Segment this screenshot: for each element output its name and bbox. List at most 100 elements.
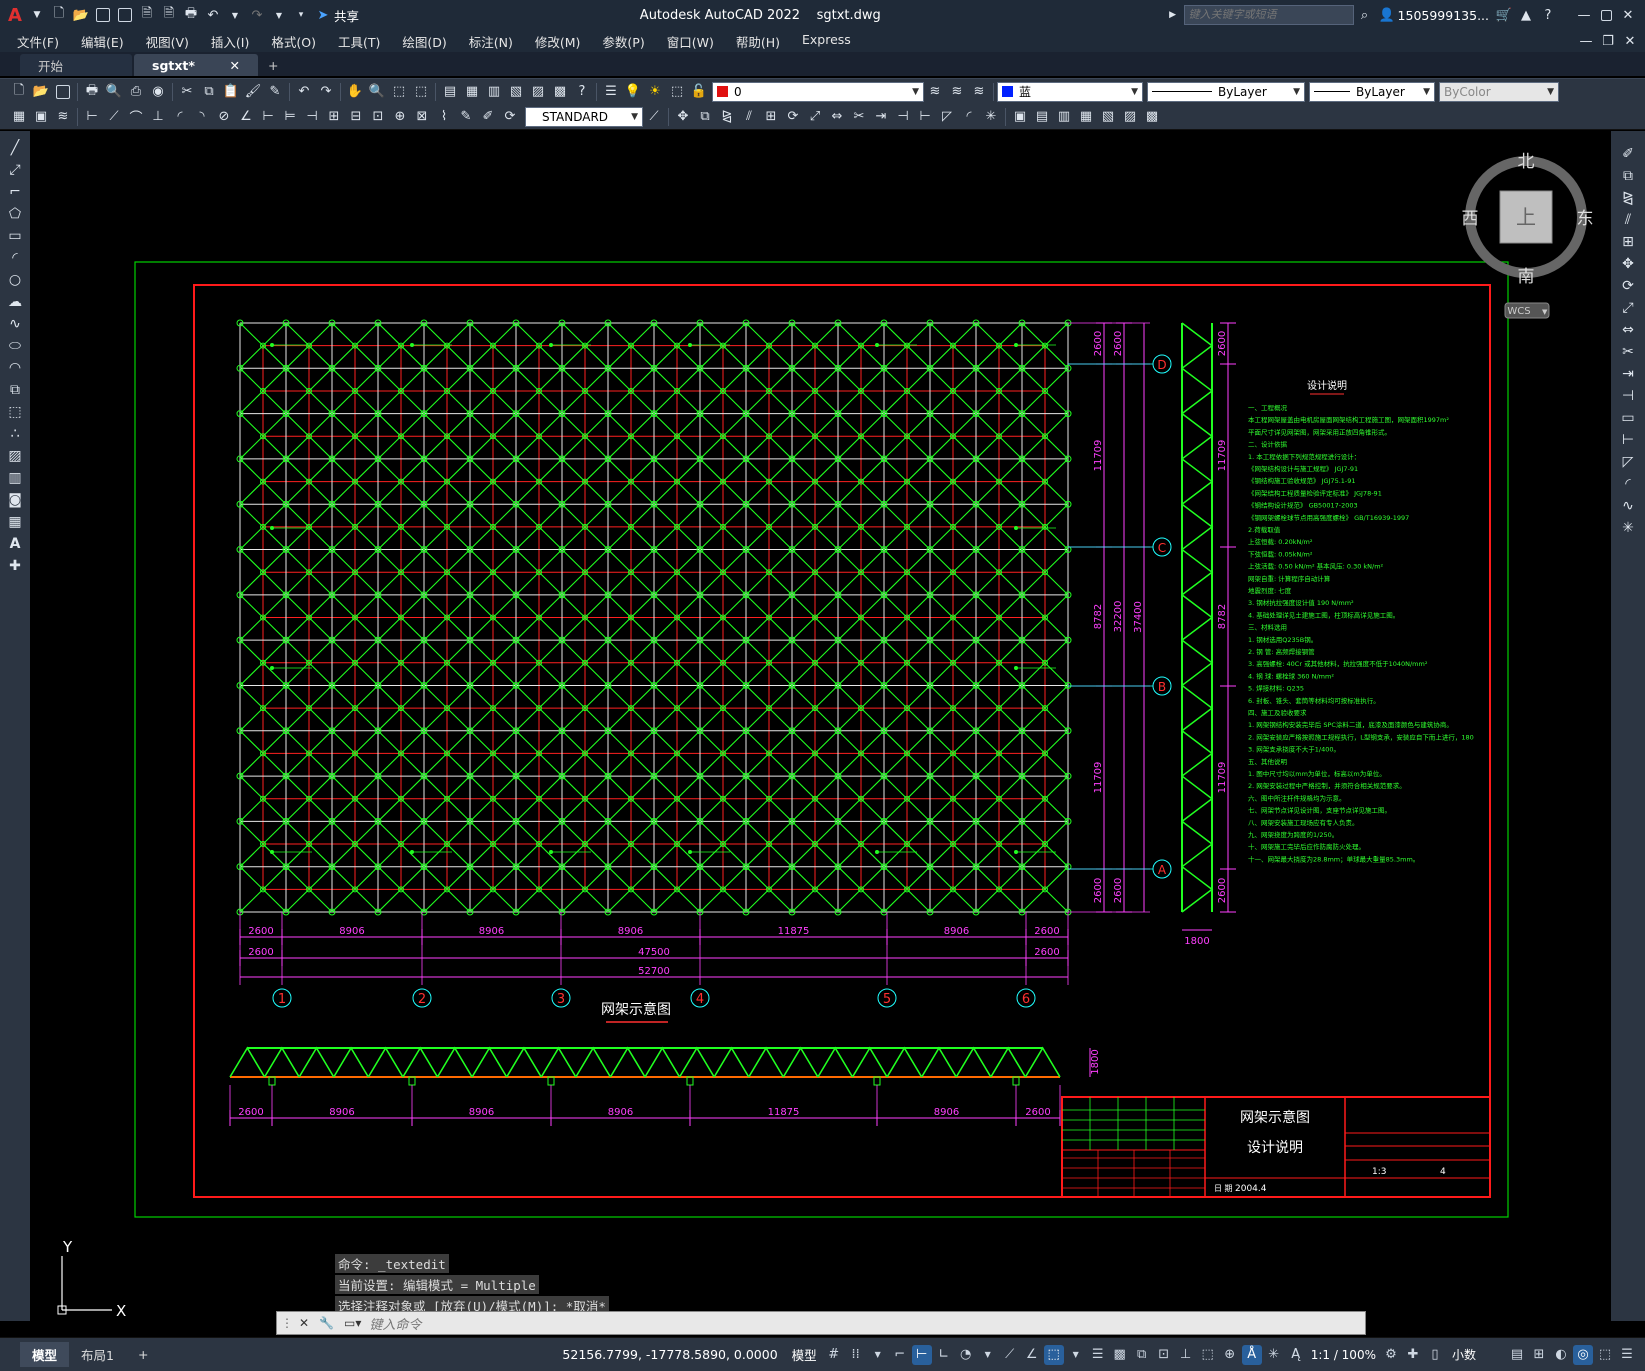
ellipse-icon[interactable]: ⬭ [6, 337, 24, 355]
extend-r-icon[interactable]: ⇥ [1619, 365, 1637, 383]
copy-obj-icon[interactable]: ⧉ [696, 108, 714, 126]
blend-icon[interactable]: ∿ [1619, 497, 1637, 515]
layer-properties-icon[interactable]: ☰ [602, 83, 620, 101]
linetype-combo[interactable]: ByLayer ▼ [1147, 81, 1305, 102]
array-r-icon[interactable]: ⊞ [1619, 233, 1637, 251]
osnap-icon[interactable]: ⬚ [1043, 1344, 1064, 1365]
menu-item-4[interactable]: 格式(O) [260, 32, 327, 51]
publish-web-icon[interactable]: ◉ [149, 83, 167, 101]
grid-icon[interactable]: # [824, 1345, 844, 1365]
color-combo[interactable]: 蓝 ▼ [997, 81, 1143, 102]
gizmo-icon[interactable]: ⊕ [1220, 1345, 1240, 1365]
snap-icon[interactable]: ⁞⁞ [846, 1345, 866, 1365]
compass-south[interactable]: 南 [1518, 267, 1535, 287]
dim-ordinate-icon[interactable]: ⊥ [149, 108, 167, 126]
text-front-icon[interactable]: ▤ [1033, 108, 1051, 126]
add-selected-icon[interactable]: ✚ [6, 557, 24, 575]
clean-screen-icon[interactable]: ⬚ [1595, 1345, 1615, 1365]
cmdline-grip-icon[interactable]: ⋮ [281, 1316, 293, 1330]
share-button[interactable]: 共享 [334, 6, 359, 25]
search-expand-icon[interactable]: ▶ [1164, 6, 1182, 24]
osnap-dropdown-icon[interactable]: ▼ [1066, 1345, 1086, 1365]
toolpalettes-icon[interactable]: ▥ [485, 83, 503, 101]
help-tb-icon[interactable]: ? [573, 83, 591, 101]
undo-tb-icon[interactable]: ↶ [295, 83, 313, 101]
save-tb-icon[interactable] [54, 83, 72, 101]
help-icon[interactable]: ? [1539, 6, 1557, 24]
trim-icon[interactable]: ✂ [850, 108, 868, 126]
scale-icon[interactable]: ⤢ [806, 108, 824, 126]
named-views-icon[interactable]: ▦ [10, 108, 28, 126]
menu-item-10[interactable]: 窗口(W) [656, 32, 725, 51]
open-file-icon[interactable]: 📂 [72, 6, 90, 24]
dim-angular-icon[interactable]: ∠ [237, 108, 255, 126]
hatch-icon[interactable]: ▨ [6, 447, 24, 465]
redo-tb-icon[interactable]: ↷ [317, 83, 335, 101]
layer-previous-icon[interactable]: ≋ [948, 83, 966, 101]
dimstyle-combo[interactable]: STANDARD ▼ [525, 106, 643, 127]
join-r-icon[interactable]: ⊢ [1619, 431, 1637, 449]
close-window-icon[interactable]: ✕ [1619, 6, 1637, 24]
annotation-scale-icon[interactable]: Ą [1286, 1345, 1306, 1365]
open-icon[interactable]: 📂 [32, 83, 50, 101]
matchprop-icon[interactable]: 🖌 [244, 83, 262, 101]
units-value[interactable]: 小数 [1452, 1346, 1476, 1363]
annotation-monitor-icon[interactable]: ✚ [1403, 1345, 1423, 1365]
autocad-logo-icon[interactable]: A [6, 5, 24, 26]
dim-jogged-icon[interactable]: ◝ [193, 108, 211, 126]
isolate-objects-icon[interactable]: ◐ [1551, 1345, 1571, 1365]
dim-arc-icon[interactable]: ⌒ [127, 108, 145, 126]
make-current-icon[interactable]: ≋ [926, 83, 944, 101]
menu-item-5[interactable]: 工具(T) [327, 32, 391, 51]
app-menu-chevron-icon[interactable]: ▼ [28, 6, 46, 24]
customize-status-icon[interactable]: ☰ [1617, 1345, 1637, 1365]
blockedit-icon[interactable]: ✎ [266, 83, 284, 101]
cmdline-customize-icon[interactable]: 🔧 [319, 1316, 334, 1330]
units-icon[interactable]: ▯ [1425, 1345, 1445, 1365]
line-icon[interactable]: ╱ [6, 139, 24, 157]
menu-item-0[interactable]: 文件(F) [6, 32, 70, 51]
layer-combo[interactable]: 0 ▼ [712, 81, 924, 102]
new-file-icon[interactable]: 🗋 [50, 6, 68, 24]
tab-start[interactable]: 开始 [20, 54, 132, 76]
doc-restore-icon[interactable]: ❐ [1599, 32, 1617, 50]
polar-dropdown-icon[interactable]: ▼ [978, 1345, 998, 1365]
break-icon[interactable]: ⊣ [894, 108, 912, 126]
drawing-svg[interactable]: 2600 8906 8906 8906 11875 8906 26002600 47500 26… [30, 131, 1611, 1321]
menu-item-2[interactable]: 视图(V) [135, 32, 200, 51]
redo-icon[interactable]: ↷ [248, 6, 266, 24]
trim-r-icon[interactable]: ✂ [1619, 343, 1637, 361]
menu-item-6[interactable]: 绘图(D) [391, 32, 457, 51]
dim-update-icon[interactable]: ⟳ [501, 108, 519, 126]
tab-layout1[interactable]: 布局1 [69, 1342, 126, 1367]
doc-minimize-icon[interactable]: — [1577, 32, 1595, 50]
hatch-back-icon[interactable]: ▧ [1099, 108, 1117, 126]
transparency-icon[interactable]: ▩ [1110, 1345, 1130, 1365]
zoom-previous-icon[interactable]: ⬚ [412, 83, 430, 101]
array-icon[interactable]: ⊞ [762, 108, 780, 126]
lock-ui-icon[interactable]: ⊞ [1529, 1345, 1549, 1365]
region-icon[interactable]: ◙ [6, 491, 24, 509]
ortho-icon[interactable]: ∟ [934, 1345, 954, 1365]
add-layout-icon[interactable]: + [126, 1344, 160, 1365]
designcenter-icon[interactable]: ▦ [463, 83, 481, 101]
arc-icon[interactable]: ◜ [6, 249, 24, 267]
break-r-icon[interactable]: ▭ [1619, 409, 1637, 427]
graphics-performance-icon[interactable]: ◎ [1573, 1344, 1593, 1365]
redo-dropdown-icon[interactable]: ▼ [270, 6, 288, 24]
doc-close-icon[interactable]: ✕ [1621, 32, 1639, 50]
copy-icon[interactable]: ⧉ [200, 83, 218, 101]
explode-icon[interactable]: ✳ [982, 108, 1000, 126]
join-icon[interactable]: ⊢ [916, 108, 934, 126]
dim-aligned-icon[interactable]: ⟋ [105, 108, 123, 126]
move-r-icon[interactable]: ✥ [1619, 255, 1637, 273]
quick-properties-icon[interactable]: ▤ [1507, 1345, 1527, 1365]
menu-item-9[interactable]: 参数(P) [591, 32, 655, 51]
selection-cycling-icon[interactable]: ⧉ [1132, 1345, 1152, 1365]
qdim-icon[interactable]: ⊢ [259, 108, 277, 126]
menu-item-12[interactable]: Express [791, 32, 862, 51]
dim-front-icon[interactable]: ▥ [1055, 108, 1073, 126]
insert-block-icon[interactable]: ⧉ [6, 381, 24, 399]
rotate-icon[interactable]: ⟳ [784, 108, 802, 126]
dim-linear-icon[interactable]: ⊢ [83, 108, 101, 126]
